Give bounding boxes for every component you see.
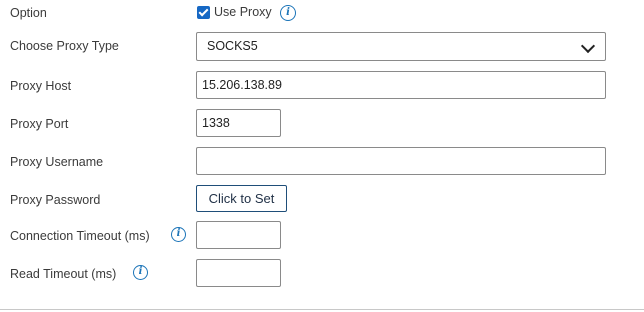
proxy-port-label: Proxy Port (10, 117, 69, 131)
proxy-username-input[interactable] (196, 147, 606, 175)
connection-timeout-label: Connection Timeout (ms) (10, 229, 150, 243)
proxy-host-label: Proxy Host (10, 79, 72, 93)
click-to-set-button[interactable]: Click to Set (196, 185, 287, 212)
use-proxy-checkbox[interactable] (197, 6, 210, 19)
read-timeout-info-icon[interactable]: i (133, 265, 148, 280)
connection-timeout-input[interactable] (196, 221, 281, 249)
proxy-username-label: Proxy Username (10, 155, 104, 169)
connection-timeout-info-icon[interactable]: i (171, 227, 186, 242)
proxy-type-select[interactable]: SOCKS5 (196, 32, 606, 61)
use-proxy-label[interactable]: Use Proxy (214, 5, 272, 19)
read-timeout-label: Read Timeout (ms) (10, 267, 117, 281)
use-proxy-info-icon[interactable]: i (280, 5, 296, 21)
proxy-port-input[interactable]: 1338 (196, 109, 281, 137)
proxy-type-value: SOCKS5 (207, 39, 258, 53)
proxy-type-label: Choose Proxy Type (10, 39, 119, 53)
proxy-password-label: Proxy Password (10, 193, 101, 207)
read-timeout-input[interactable] (196, 259, 281, 287)
bottom-divider (0, 309, 644, 310)
proxy-host-input[interactable]: 15.206.138.89 (196, 71, 606, 99)
chevron-down-icon (580, 38, 596, 54)
option-label: Option (10, 6, 47, 20)
